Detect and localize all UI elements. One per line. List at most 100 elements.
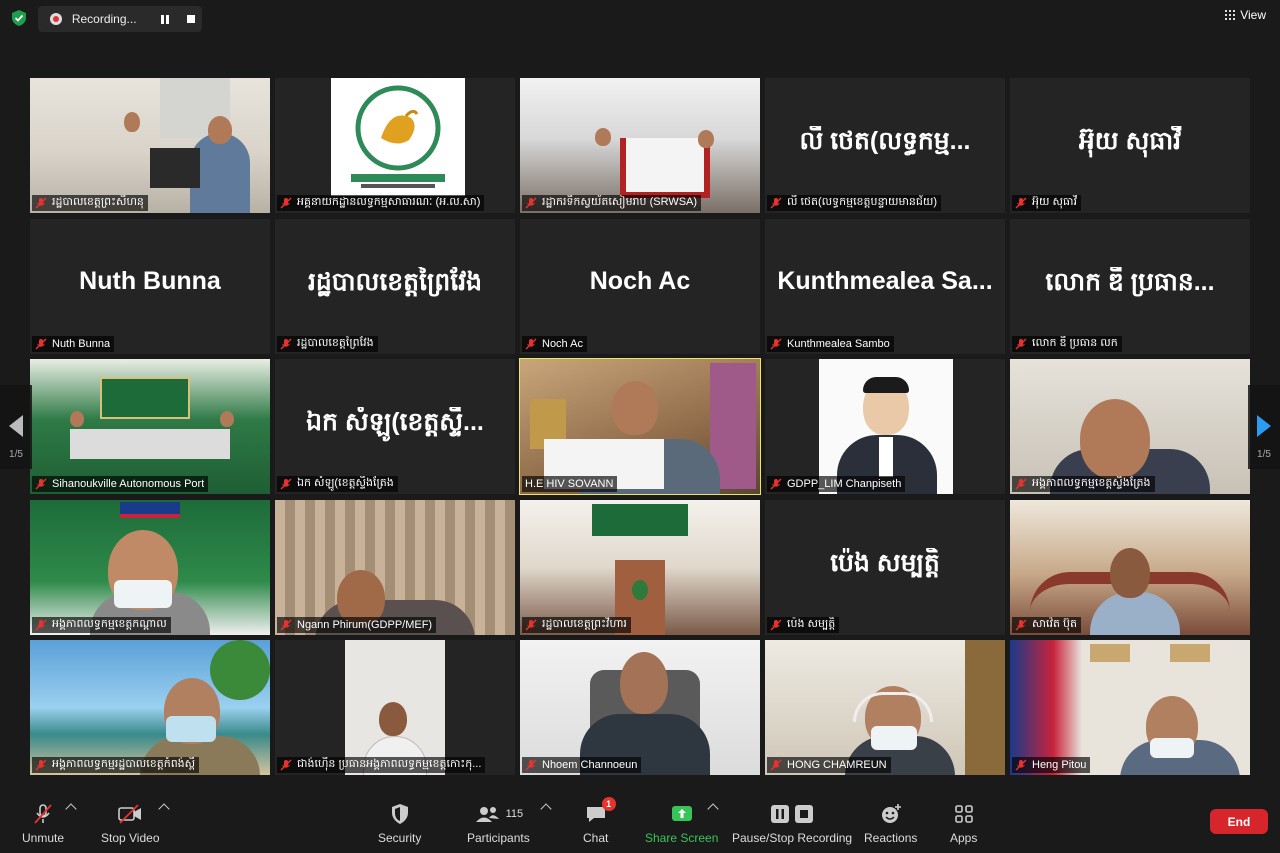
pause-icon (771, 805, 790, 823)
participant-label: អង្គភាពលទ្ធកម្មរដ្ឋបាលខេត្តកំពង់ស្ពឺ (32, 757, 200, 773)
smiley-plus-icon (881, 804, 901, 823)
video-tile[interactable]: Nhoem Channoeun (520, 640, 760, 775)
video-feed (765, 640, 1005, 775)
video-tile[interactable]: រដ្ឋបាលខេត្តព្រះវិហារ (520, 500, 760, 635)
video-feed (1010, 640, 1250, 775)
video-camera-icon (118, 804, 142, 824)
video-tile-active-speaker[interactable]: H.E HIV SOVANN (519, 358, 761, 495)
shield-icon[interactable] (10, 9, 28, 27)
muted-mic-icon (525, 197, 537, 209)
participant-label: Heng Pitou (1012, 757, 1091, 773)
video-feed (520, 359, 760, 494)
video-tile[interactable]: អ៊ុយ សុធាវី អ៊ុយ សុធាវី (1010, 78, 1250, 213)
video-tile[interactable]: សាវ៉េត ប៊ុត (1010, 500, 1250, 635)
muted-mic-icon (280, 338, 292, 350)
muted-mic-icon (1015, 759, 1027, 771)
participant-label: HONG CHAMREUN (767, 757, 891, 773)
muted-mic-icon (35, 619, 47, 631)
participant-label: លោក ឌី ប្រធាន លក (1012, 336, 1122, 352)
participants-caret-icon[interactable] (540, 803, 552, 815)
participant-label: សាវ៉េត ប៊ុត (1012, 617, 1081, 633)
video-feed (275, 500, 515, 635)
chevron-left-icon (9, 415, 23, 437)
participant-label: លី ថេត(លទ្ធកម្មខេត្តបន្ទាយមានជ័យ) (767, 195, 942, 211)
video-tile[interactable]: លី ថេត(លទ្ធកម្ម... លី ថេត(លទ្ធកម្មខេត្តប… (765, 78, 1005, 213)
chat-button[interactable]: 1 Chat (583, 797, 616, 845)
video-tile[interactable]: ឯក សំឡូ(ខេត្តស្ទឹ... ឯក សំឡូ(ខេត្តស្ទឹងត… (275, 359, 515, 494)
muted-mic-icon (35, 759, 47, 771)
end-meeting-button[interactable]: End (1210, 809, 1268, 834)
muted-mic-icon (770, 197, 782, 209)
muted-mic-icon (1015, 619, 1027, 631)
video-tile[interactable]: Nuth Bunna Nuth Bunna (30, 219, 270, 354)
video-feed (1010, 359, 1250, 494)
participant-label: អ៊ុយ សុធាវី (1012, 195, 1081, 211)
video-tile[interactable]: អគ្គនាយកដ្ឋានលទ្ធកម្មសាធារណៈ (អ.ល.សា) (275, 78, 515, 213)
video-tile[interactable]: Ngann Phirum(GDPP/MEF) (275, 500, 515, 635)
video-feed (520, 640, 760, 775)
muted-mic-icon (35, 338, 47, 350)
video-tile[interactable]: អង្គភាពលទ្ធកម្មខេត្តកណ្តាល (30, 500, 270, 635)
muted-mic-icon (280, 197, 292, 209)
video-feed (30, 500, 270, 635)
muted-mic-icon (525, 619, 537, 631)
participant-label: Nhoem Channoeun (522, 757, 642, 773)
audio-options-caret-icon[interactable] (65, 803, 77, 815)
participant-label: ឯក សំឡូ(ខេត្តស្ទឹងត្រែង (277, 476, 398, 492)
video-options-caret-icon[interactable] (158, 803, 170, 815)
previous-page-button[interactable]: 1/5 (0, 385, 32, 469)
video-tile[interactable]: ជាង់ហ៊ើន ប្រធានអង្គភាពលទ្ធកម្មខេត្តកោះកុ… (275, 640, 515, 775)
video-tile[interactable]: Kunthmealea Sa... Kunthmealea Sambo (765, 219, 1005, 354)
video-tile[interactable]: លោក ឌី ប្រធាន... លោក ឌី ប្រធាន លក (1010, 219, 1250, 354)
video-tile[interactable]: GDPP_LIM Chanpiseth (765, 359, 1005, 494)
video-tile[interactable]: Sihanoukville Autonomous Port (30, 359, 270, 494)
participant-label: Noch Ac (522, 336, 587, 352)
video-tile[interactable]: HONG CHAMREUN (765, 640, 1005, 775)
participant-label: GDPP_LIM Chanpiseth (767, 476, 906, 492)
muted-mic-icon (35, 197, 47, 209)
video-tile[interactable]: អង្គភាពលទ្ធកម្មខេត្តស្ទឹងត្រែង (1010, 359, 1250, 494)
participant-label: ប៉េង សម្បត្តិ (767, 617, 840, 633)
muted-mic-icon (280, 759, 292, 771)
video-tile[interactable]: ប៉េង សម្បត្តិ ប៉េង សម្បត្តិ (765, 500, 1005, 635)
pause-stop-recording-button[interactable]: Pause/Stop Recording (732, 801, 852, 845)
participant-label: Sihanoukville Autonomous Port (32, 476, 209, 492)
participants-button[interactable]: 115 Participants (467, 801, 530, 845)
view-button[interactable]: View (1225, 8, 1266, 22)
participant-display-name: លោក ឌី ប្រធាន... (1045, 268, 1215, 296)
meeting-toolbar: Unmute Stop Video Security 115 Participa… (0, 793, 1280, 853)
video-tile[interactable]: រដ្ឋបាលខេត្តព្រះសីហនុ (30, 78, 270, 213)
video-feed (30, 359, 270, 494)
muted-mic-icon (35, 478, 47, 490)
video-feed (819, 359, 953, 494)
page-indicator: 1/5 (9, 449, 23, 460)
participant-label: រដ្ឋបាលខេត្តព្រះសីហនុ (32, 195, 148, 211)
participant-display-name: Nuth Bunna (79, 267, 221, 295)
recording-label: Recording... (71, 12, 137, 26)
video-feed (520, 78, 760, 213)
next-page-button[interactable]: 1/5 (1248, 385, 1280, 469)
participant-display-name: រដ្ឋបាលខេត្តព្រៃវែង (307, 268, 483, 296)
reactions-button[interactable]: Reactions (864, 801, 917, 845)
pause-recording-button[interactable] (155, 9, 177, 29)
video-feed (1010, 500, 1250, 635)
unmute-button[interactable]: Unmute (22, 801, 64, 845)
video-tile[interactable]: Noch Ac Noch Ac (520, 219, 760, 354)
video-tile[interactable]: រដ្ឋបាលខេត្តព្រៃវែង រដ្ឋបាលខេត្តព្រៃវែង (275, 219, 515, 354)
security-button[interactable]: Security (378, 801, 421, 845)
muted-mic-icon (770, 478, 782, 490)
muted-mic-icon (280, 478, 292, 490)
muted-mic-icon (770, 338, 782, 350)
shield-icon (391, 804, 408, 824)
share-screen-icon (671, 806, 692, 821)
video-tile[interactable]: រដ្ឋាករទឹកស្វយ័តសៀមរាប (SRWSA) (520, 78, 760, 213)
stop-video-button[interactable]: Stop Video (101, 801, 160, 845)
video-tile[interactable]: Heng Pitou (1010, 640, 1250, 775)
page-indicator: 1/5 (1257, 449, 1271, 460)
chevron-right-icon (1257, 415, 1271, 437)
participants-icon (475, 807, 499, 822)
video-tile[interactable]: អង្គភាពលទ្ធកម្មរដ្ឋបាលខេត្តកំពង់ស្ពឺ (30, 640, 270, 775)
stop-icon (187, 15, 196, 23)
apps-button[interactable]: Apps (950, 801, 977, 845)
stop-recording-button[interactable] (180, 9, 202, 29)
